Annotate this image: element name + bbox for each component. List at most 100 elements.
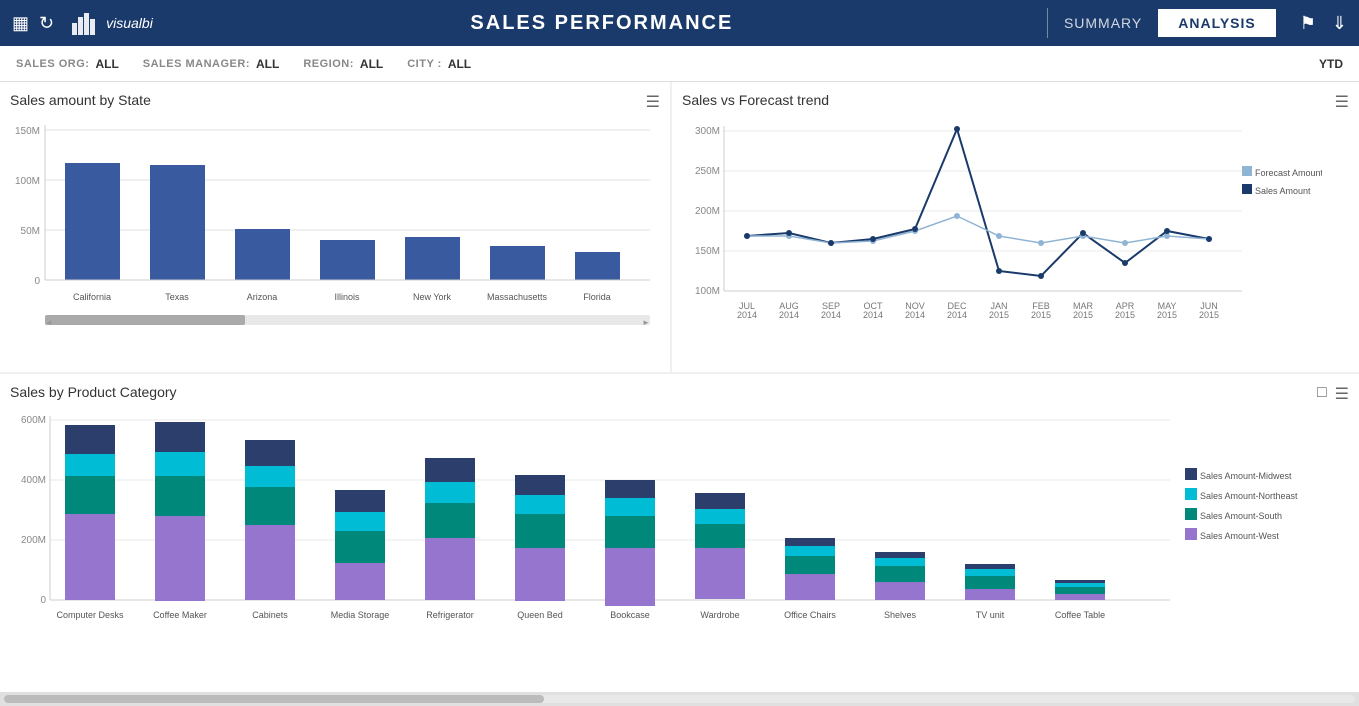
header-divider (1047, 8, 1048, 38)
region-label: REGION: (303, 58, 354, 70)
svg-text:2015: 2015 (1115, 310, 1135, 320)
svg-text:2014: 2014 (863, 310, 883, 320)
bar-massachusetts[interactable] (490, 246, 545, 280)
logo-text: visualbi (106, 15, 153, 31)
svg-text:New York: New York (413, 292, 452, 302)
svg-text:Queen Bed: Queen Bed (517, 610, 563, 620)
svg-text:Cabinets: Cabinets (252, 610, 288, 620)
summary-label[interactable]: SUMMARY (1064, 15, 1142, 31)
svg-text:250M: 250M (695, 166, 720, 177)
header-actions: ⚑ ⇓ (1288, 13, 1347, 34)
analysis-tab[interactable]: ANALYSIS (1158, 9, 1276, 37)
bar-arizona[interactable] (235, 229, 290, 280)
svg-text:Coffee Maker: Coffee Maker (153, 610, 207, 620)
filter-region[interactable]: REGION: ALL (303, 57, 383, 71)
bar-texas[interactable] (150, 165, 205, 280)
header: ▦ ↻ visualbi SALES PERFORMANCE SUMMARY A… (0, 0, 1359, 46)
bar-california[interactable] (65, 163, 120, 280)
bar-newyork[interactable] (405, 237, 460, 280)
svg-text:Wardrobe: Wardrobe (700, 610, 739, 620)
logo: visualbi (70, 9, 153, 37)
svg-text:Massachusetts: Massachusetts (487, 292, 548, 302)
svg-text:2014: 2014 (737, 310, 757, 320)
svg-text:Coffee Table: Coffee Table (1055, 610, 1105, 620)
svg-text:0: 0 (34, 276, 40, 287)
state-chart-menu[interactable]: ☰ (646, 92, 660, 112)
main-content: Sales amount by State ☰ 150M 100M 50M 0 (0, 82, 1359, 692)
refresh-icon[interactable]: ↻ (39, 13, 54, 34)
product-panel-icons: □ ☰ (1317, 384, 1349, 404)
svg-text:Sales Amount-Midwest: Sales Amount-Midwest (1200, 471, 1292, 481)
svg-text:Bookcase: Bookcase (610, 610, 650, 620)
svg-text:Illinois: Illinois (334, 292, 360, 302)
trend-chart-menu[interactable]: ☰ (1335, 92, 1349, 112)
svg-text:2014: 2014 (947, 310, 967, 320)
sales-manager-label: SALES MANAGER: (143, 58, 250, 70)
svg-text:2015: 2015 (1031, 310, 1051, 320)
bar-illinois[interactable] (320, 240, 375, 280)
bookmark-icon[interactable]: ⚑ (1300, 13, 1316, 34)
svg-text:Refrigerator: Refrigerator (426, 610, 474, 620)
svg-text:Office Chairs: Office Chairs (784, 610, 836, 620)
sales-org-value: ALL (95, 57, 118, 71)
svg-text:2015: 2015 (1199, 310, 1219, 320)
bottom-scrollbar[interactable] (0, 692, 1359, 706)
svg-text:2014: 2014 (821, 310, 841, 320)
svg-text:2015: 2015 (1073, 310, 1093, 320)
svg-text:California: California (73, 292, 111, 302)
page-title: SALES PERFORMANCE (173, 12, 1031, 35)
svg-text:TV unit: TV unit (976, 610, 1005, 620)
svg-text:Sales Amount-South: Sales Amount-South (1200, 511, 1282, 521)
svg-text:Sales Amount: Sales Amount (1255, 186, 1311, 196)
svg-text:►: ► (642, 318, 650, 327)
svg-text:2015: 2015 (1157, 310, 1177, 320)
logo-icon (70, 9, 98, 37)
svg-text:150M: 150M (15, 126, 40, 137)
product-chart-panel: Sales by Product Category □ ☰ 600M 400M … (0, 374, 1359, 692)
state-chart-panel: Sales amount by State ☰ 150M 100M 50M 0 (0, 82, 670, 372)
svg-text:Computer Desks: Computer Desks (56, 610, 124, 620)
svg-text:Arizona: Arizona (247, 292, 278, 302)
period-filter[interactable]: YTD (1319, 57, 1343, 71)
svg-text:Sales Amount-Northeast: Sales Amount-Northeast (1200, 491, 1298, 501)
svg-text:Sales Amount-West: Sales Amount-West (1200, 531, 1279, 541)
svg-text:2014: 2014 (905, 310, 925, 320)
svg-text:200M: 200M (21, 535, 46, 546)
svg-text:600M: 600M (21, 415, 46, 426)
product-chart-title: Sales by Product Category (10, 384, 1349, 400)
filter-icon[interactable]: ▦ (12, 13, 29, 34)
svg-text:50M: 50M (21, 226, 40, 237)
expand-icon[interactable]: □ (1317, 384, 1327, 404)
bottom-row: Sales by Product Category □ ☰ 600M 400M … (0, 374, 1359, 692)
svg-text:200M: 200M (695, 206, 720, 217)
svg-text:300M: 300M (695, 126, 720, 137)
filter-bar: SALES ORG: ALL SALES MANAGER: ALL REGION… (0, 46, 1359, 82)
svg-text:Media Storage: Media Storage (331, 610, 390, 620)
svg-text:150M: 150M (695, 246, 720, 257)
download-icon[interactable]: ⇓ (1332, 13, 1347, 34)
state-bar-chart: 150M 100M 50M 0 California Texas (10, 120, 650, 355)
svg-text:100M: 100M (695, 286, 720, 297)
sales-manager-value: ALL (256, 57, 279, 71)
product-menu-icon[interactable]: ☰ (1335, 384, 1349, 404)
product-stacked-bar-chart: 600M 400M 200M 0 (10, 408, 1310, 658)
top-row: Sales amount by State ☰ 150M 100M 50M 0 (0, 82, 1359, 372)
svg-text:Forecast Amount: Forecast Amount (1255, 168, 1322, 178)
filter-sales-org[interactable]: SALES ORG: ALL (16, 57, 119, 71)
svg-text:2014: 2014 (779, 310, 799, 320)
svg-text:2015: 2015 (989, 310, 1009, 320)
bar-florida[interactable] (575, 252, 620, 280)
region-value: ALL (360, 57, 383, 71)
trend-chart-title: Sales vs Forecast trend (682, 92, 1349, 108)
filter-sales-manager[interactable]: SALES MANAGER: ALL (143, 57, 280, 71)
svg-text:0: 0 (40, 595, 46, 606)
svg-text:Florida: Florida (583, 292, 611, 302)
filter-city[interactable]: CITY : ALL (407, 57, 471, 71)
city-value: ALL (448, 57, 471, 71)
svg-text:◄: ◄ (45, 318, 53, 327)
sales-org-label: SALES ORG: (16, 58, 89, 70)
sales-point (744, 233, 750, 239)
svg-text:100M: 100M (15, 176, 40, 187)
city-label: CITY : (407, 58, 442, 70)
trend-chart-panel: Sales vs Forecast trend ☰ 300M 250M 200M… (672, 82, 1359, 372)
